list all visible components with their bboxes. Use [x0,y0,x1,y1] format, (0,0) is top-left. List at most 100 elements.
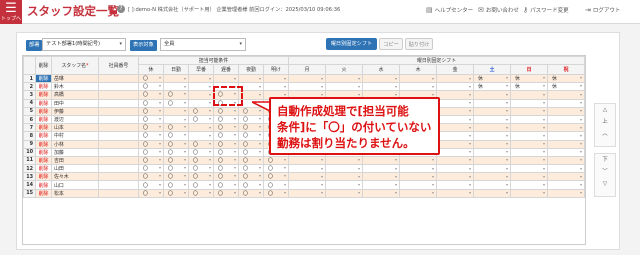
weekday-shift-cell[interactable]: ▾ [473,188,512,198]
shift-condition-cell[interactable]: ▾ [238,73,264,84]
shift-condition-cell[interactable]: 〇▾ [213,147,239,157]
weekday-shift-cell[interactable]: ▾ [436,82,475,92]
weekday-shift-cell[interactable]: ▾ [473,131,512,141]
shift-condition-cell[interactable]: 〇▾ [163,123,189,133]
delete-link[interactable]: 削除 [35,106,52,116]
weekday-shift-cell[interactable]: ▾ [436,131,475,141]
shift-condition-cell[interactable]: 〇▾ [262,188,290,198]
delete-link[interactable]: 削除 [35,147,52,157]
shift-condition-cell[interactable]: 〇▾ [213,123,239,133]
shift-condition-cell[interactable]: 〇▾ [238,155,264,166]
scroll-down-button[interactable]: 下 ﹀ ▽ [594,153,616,197]
shift-condition-cell[interactable]: 〇▾ [188,172,214,182]
staff-name-cell[interactable]: 山田 [51,164,99,174]
employee-number-cell[interactable] [98,155,139,166]
shift-condition-cell[interactable]: 〇▾ [238,172,264,182]
shift-condition-cell[interactable]: ▾ [188,73,214,84]
staff-name-cell[interactable]: 伊藤 [51,106,99,116]
shift-condition-cell[interactable]: 〇▾ [138,123,164,133]
paste-button[interactable]: 貼り付け [405,38,433,50]
shift-condition-cell[interactable]: 〇▾ [213,172,239,182]
weekday-shift-cell[interactable]: ▾ [547,180,585,190]
weekday-shift-cell[interactable]: ▾ [510,180,549,190]
shift-condition-cell[interactable]: 〇▾ [163,155,189,166]
shift-condition-cell[interactable]: 〇▾ [262,164,290,174]
shift-condition-cell[interactable]: 〇▾ [238,114,264,125]
employee-number-cell[interactable] [98,139,139,149]
shift-condition-cell[interactable]: 〇▾ [238,131,264,141]
weekday-shift-cell[interactable]: ▾ [510,188,549,198]
weekday-shift-cell[interactable]: ▾ [436,114,475,125]
weekday-shift-cell[interactable]: ▾ [473,123,512,133]
weekday-shift-button[interactable]: 曜日別固定シフト [326,38,377,50]
delete-link[interactable]: 削除 [35,90,52,100]
employee-number-cell[interactable] [98,188,139,198]
weekday-shift-cell[interactable]: ▾ [399,172,438,182]
weekday-shift-cell[interactable]: ▾ [510,155,549,166]
delete-link[interactable]: 削除 [35,180,52,190]
staff-name-cell[interactable]: 田中 [51,98,99,108]
weekday-shift-cell[interactable]: ▾ [288,188,327,198]
weekday-shift-cell[interactable]: 休 ▾ [547,82,585,92]
shift-condition-cell[interactable]: 〇▾ [163,98,189,108]
shift-condition-cell[interactable]: 〇▾ [163,188,189,198]
weekday-shift-cell[interactable]: ▾ [325,180,364,190]
delete-link[interactable]: 削除 [35,139,52,149]
employee-number-cell[interactable] [98,106,139,116]
shift-condition-cell[interactable]: 〇▾ [238,188,264,198]
shift-condition-cell[interactable]: 〇▾ [213,139,239,149]
weekday-shift-cell[interactable]: ▾ [473,114,512,125]
shift-condition-cell[interactable]: ▾ [188,123,214,133]
delete-link[interactable]: 削除 [35,73,52,84]
delete-link[interactable]: 削除 [35,164,52,174]
weekday-shift-cell[interactable]: ▾ [436,98,475,108]
weekday-shift-cell[interactable]: ▾ [473,147,512,157]
employee-number-cell[interactable] [98,82,139,92]
employee-number-cell[interactable] [98,123,139,133]
display-target-select[interactable]: 全員 ▾ [160,38,246,51]
shift-condition-cell[interactable]: 〇▾ [262,155,290,166]
weekday-shift-cell[interactable]: ▾ [547,131,585,141]
shift-condition-cell[interactable]: 〇▾ [163,147,189,157]
weekday-shift-cell[interactable]: ▾ [399,82,438,92]
weekday-shift-cell[interactable]: ▾ [362,164,401,174]
staff-name-cell[interactable]: 吉田 [51,155,99,166]
shift-condition-cell[interactable]: 〇▾ [138,172,164,182]
employee-number-cell[interactable] [98,164,139,174]
weekday-shift-cell[interactable]: ▾ [362,82,401,92]
weekday-shift-cell[interactable]: ▾ [325,155,364,166]
shift-condition-cell[interactable]: 〇▾ [138,164,164,174]
weekday-shift-cell[interactable]: ▾ [547,106,585,116]
shift-condition-cell[interactable]: 〇▾ [213,114,239,125]
shift-condition-cell[interactable]: ▾ [188,98,214,108]
weekday-shift-cell[interactable]: ▾ [436,164,475,174]
shift-condition-cell[interactable]: ▾ [262,73,290,84]
delete-link[interactable]: 削除 [35,114,52,125]
employee-number-cell[interactable] [98,172,139,182]
delete-link[interactable]: 削除 [35,131,52,141]
shift-condition-cell[interactable]: 〇▾ [138,114,164,125]
shift-condition-cell[interactable]: 〇▾ [238,123,264,133]
weekday-shift-cell[interactable]: ▾ [436,139,475,149]
shift-condition-cell[interactable]: 〇▾ [213,188,239,198]
weekday-shift-cell[interactable]: ▾ [547,114,585,125]
weekday-shift-cell[interactable]: ▾ [362,188,401,198]
weekday-shift-cell[interactable]: ▾ [288,172,327,182]
shift-condition-cell[interactable]: 〇▾ [238,180,264,190]
help-center-link[interactable]: ▤ ヘルプセンター [426,6,473,14]
shift-condition-cell[interactable]: 〇▾ [163,180,189,190]
shift-condition-cell[interactable]: 〇▾ [138,82,164,92]
shift-condition-cell[interactable]: 〇▾ [163,90,189,100]
weekday-shift-cell[interactable]: ▾ [399,188,438,198]
weekday-shift-cell[interactable]: ▾ [362,155,401,166]
shift-condition-cell[interactable]: ▾ [262,82,290,92]
employee-number-cell[interactable] [98,180,139,190]
shift-condition-cell[interactable]: 〇▾ [262,172,290,182]
staff-name-cell[interactable]: 小林 [51,139,99,149]
weekday-shift-cell[interactable]: ▾ [547,164,585,174]
shift-condition-cell[interactable]: 〇▾ [238,147,264,157]
shift-condition-cell[interactable]: ▾ [163,82,189,92]
weekday-shift-cell[interactable]: ▾ [473,155,512,166]
shift-condition-cell[interactable]: 〇▾ [213,164,239,174]
shift-condition-cell[interactable]: 〇▾ [138,73,164,84]
